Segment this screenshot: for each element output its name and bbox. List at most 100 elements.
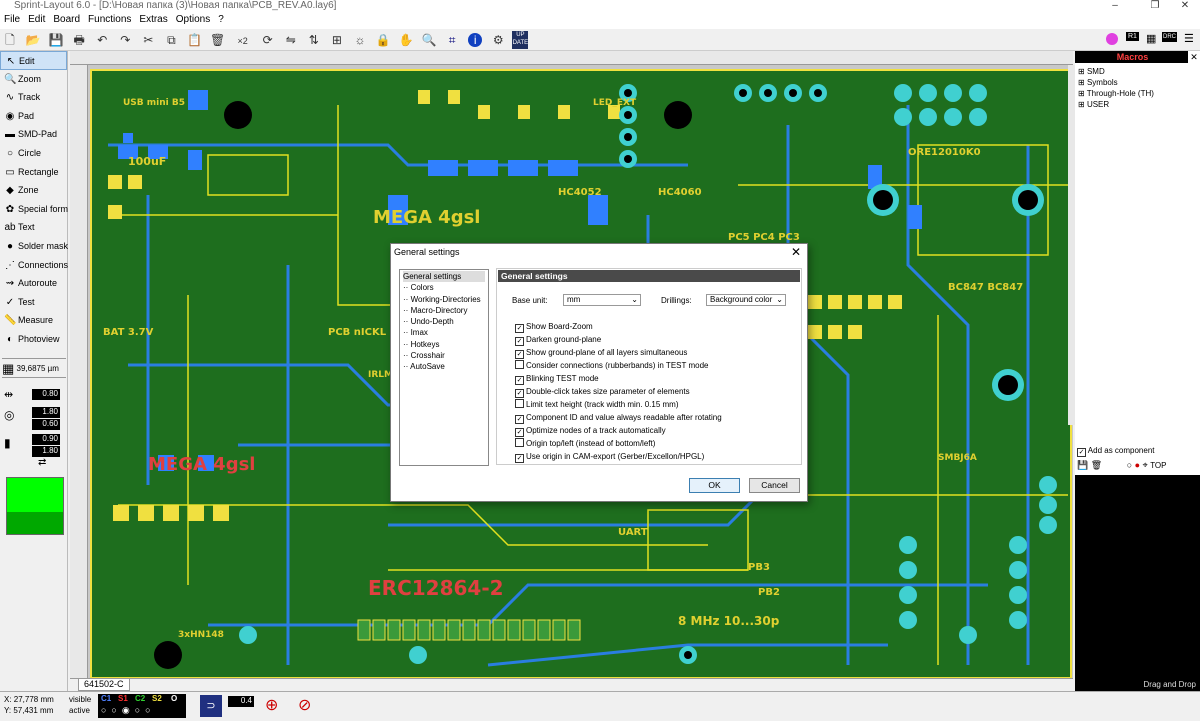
dialog-close-button[interactable]: ✕ [791,245,801,259]
rotate-icon[interactable]: ⟳ [259,31,277,49]
via-icon[interactable]: ⊃ [200,695,222,717]
layer-color-icon[interactable] [1106,33,1118,45]
swap-icon[interactable]: ⇄ [38,457,46,468]
option-checkbox[interactable]: ✓ Darken ground-plane [515,334,601,346]
cancel-button[interactable]: Cancel [749,478,800,493]
tree-item-user[interactable]: ⊞ USER [1078,99,1188,110]
align-icon[interactable]: ⊞ [328,31,346,49]
option-checkbox[interactable]: ✓ Show ground-plane of all layers simulta… [515,347,687,359]
option-checkbox[interactable]: ✓ Blinking TEST mode [515,373,599,385]
minimize-button[interactable]: – [1100,0,1130,11]
info-icon[interactable]: i [468,33,483,47]
layer-c2[interactable]: C2 [135,694,145,703]
menu-file[interactable]: File [0,13,24,26]
delete-macro-icon[interactable]: 🗑 [1091,460,1102,470]
menu-options[interactable]: Options [172,13,214,26]
tool-solder-mask[interactable]: ● Solder mask [0,237,68,256]
duplicate-button[interactable]: ×2 [232,32,254,50]
active-layer-radios[interactable]: ○○◉○○ [101,705,156,716]
macros-scrollbar[interactable] [1068,65,1075,425]
option-checkbox[interactable]: ✓ Component ID and value always readable … [515,412,722,424]
tool-connections[interactable]: ⋰ Connections [0,256,68,275]
tree-item-symbols[interactable]: ⊞ Symbols [1078,77,1188,88]
tool-smd-pad[interactable]: ▬ SMD-Pad [0,125,67,144]
tree-hotkeys[interactable]: ·· Hotkeys [403,339,485,350]
no-connection-icon[interactable]: ⊘ [298,695,311,715]
print-icon[interactable]: 🖶 [70,31,88,49]
tree-item-smd[interactable]: ⊞ SMD [1078,66,1188,77]
tree-working-directories[interactable]: ·· Working-Directories [403,294,485,305]
unlock-icon[interactable]: ✋ [397,31,415,49]
tree-item-through-hole[interactable]: ⊞ Through-Hole (TH) [1078,88,1188,99]
update-button[interactable]: UP DATE [512,31,529,49]
color-preview[interactable] [6,477,64,535]
tool-track[interactable]: ∿ Track [0,88,67,107]
delete-icon[interactable]: 🗑 [209,31,227,49]
layer-c1[interactable]: C1 [101,694,111,703]
layer-s2[interactable]: S2 [152,694,162,703]
tree-general-settings[interactable]: General settings [403,271,485,283]
tree-macro-directory[interactable]: ·· Macro-Directory [403,305,485,316]
save-macro-icon[interactable]: 💾 [1077,460,1088,470]
tool-special-form[interactable]: ✿ Special form [0,200,68,219]
base-unit-select[interactable]: mm ⌄ [563,294,641,306]
new-icon[interactable]: 🗋 [1,31,19,49]
settings-icon[interactable]: ⚙ [489,31,507,49]
option-checkbox[interactable]: ✓ Optimize nodes of a track automatically [515,425,666,437]
tool-circle[interactable]: ○ Circle [0,144,67,163]
option-checkbox[interactable]: Limit text height (track width min. 0.15… [515,399,679,411]
record-icon[interactable]: ● [1135,460,1140,470]
option-checkbox[interactable]: Consider connections (rubberbands) in TE… [515,360,708,372]
undo-icon[interactable]: ↶ [93,31,111,49]
option-checkbox[interactable]: ✓ Show Board-Zoom [515,321,593,333]
menu-extras[interactable]: Extras [135,13,171,26]
tool-pad[interactable]: ◉ Pad [0,107,67,126]
open-icon[interactable]: 📂 [24,31,42,49]
tree-autosave[interactable]: ·· AutoSave [403,361,485,372]
tool-text[interactable]: ab Text [0,218,67,237]
pad-outer-value[interactable]: 1.80 [32,407,60,418]
mirror-h-icon[interactable]: ⇋ [282,31,300,49]
add-as-component-checkbox[interactable]: ✓ Add as component [1077,446,1155,457]
r1-button[interactable]: R1 [1126,32,1139,41]
track-width-value[interactable]: 0.80 [32,389,60,400]
crosshair-icon[interactable]: ⊕ [265,695,278,715]
option-checkbox[interactable]: Origin top/left (instead of bottom/left) [515,438,655,450]
ok-button[interactable]: OK [689,478,740,493]
tree-imax[interactable]: ·· Imax [403,327,485,338]
drillings-select[interactable]: Background color ⌄ [706,294,786,306]
board-tab[interactable]: 641502-C [78,679,130,691]
tool-rectangle[interactable]: ▭ Rectangle [0,163,67,182]
smd-width-value[interactable]: 0.90 [32,434,60,445]
paste-icon[interactable]: 📋 [186,31,204,49]
layer-o[interactable]: O [171,694,177,703]
option-checkbox[interactable]: ✓ Double-click takes size parameter of el… [515,386,690,398]
close-window-button[interactable]: ✕ [1170,0,1200,11]
cut-icon[interactable]: ✂ [139,31,157,49]
pad-inner-value[interactable]: 0.60 [32,419,60,430]
drc-button[interactable]: DRC [1162,32,1177,42]
tool-autoroute[interactable]: ⇝ Autoroute [0,274,67,293]
layer-s1[interactable]: S1 [118,694,128,703]
component-icon[interactable]: ▦ [1146,32,1156,45]
cursor-icon[interactable]: ⌖ [1143,460,1148,470]
menu-functions[interactable]: Functions [84,13,135,26]
tree-undo-depth[interactable]: ·· Undo-Depth [403,316,485,327]
grid-selector[interactable]: ▦ 39,6875 µm [2,358,66,378]
menu-help[interactable]: ? [214,13,228,26]
zoom-value[interactable]: 0.4 [228,696,254,707]
tool-test[interactable]: ✓ Test [0,293,67,312]
option-checkbox[interactable]: ✓ Use origin in CAM-export (Gerber/Excell… [515,451,704,463]
macro-preview[interactable]: Drag and Drop [1075,475,1200,691]
top-view-button[interactable]: TOP [1150,461,1166,470]
group-icon[interactable]: ☼ [351,31,369,49]
tool-zoom[interactable]: 🔍 Zoom [0,70,67,89]
tool-edit[interactable]: ↖ Edit [0,51,67,70]
mirror-v-icon[interactable]: ⇅ [305,31,323,49]
lock-icon[interactable]: 🔒 [374,31,392,49]
tree-colors[interactable]: ·· Colors [403,282,485,293]
zoom-icon[interactable]: 🔍 [420,31,438,49]
tree-crosshair[interactable]: ·· Crosshair [403,350,485,361]
redo-icon[interactable]: ↷ [116,31,134,49]
layers-icon[interactable]: ⌗ [443,31,461,49]
